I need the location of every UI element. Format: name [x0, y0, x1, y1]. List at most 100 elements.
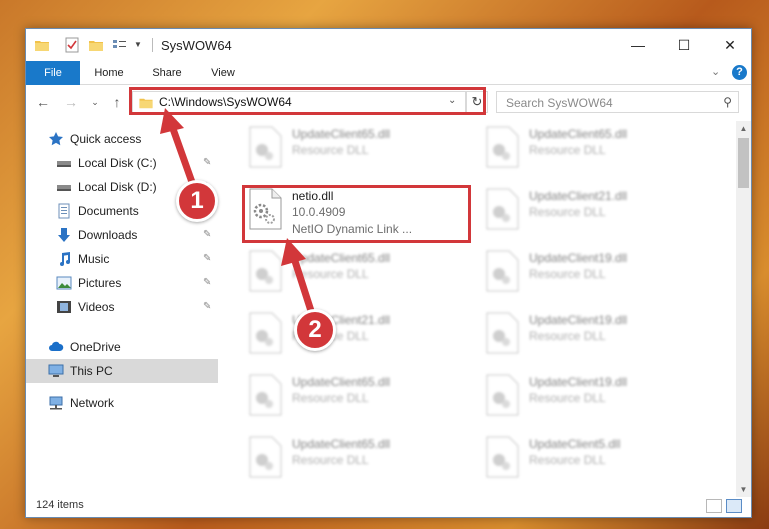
vertical-scrollbar[interactable]: ▲ ▼ [736, 121, 751, 497]
sidebar-item-quick-access[interactable]: Quick access [26, 127, 218, 151]
sidebar-item-network[interactable]: Network [26, 391, 218, 415]
pin-icon: ✎ [203, 277, 212, 288]
dll-file-icon [486, 374, 519, 416]
tab-file[interactable]: File [26, 61, 80, 85]
sidebar-item-local-disk-c[interactable]: Local Disk (C:) ✎ [26, 151, 218, 175]
status-bar: 124 items [26, 495, 751, 517]
videos-icon [57, 301, 71, 313]
documents-icon [58, 203, 70, 219]
dll-file-icon [249, 126, 282, 168]
sidebar-item-label: Documents [78, 204, 139, 218]
up-arrow-icon[interactable]: ↑ [108, 93, 126, 111]
details-view-icon[interactable] [706, 499, 722, 513]
file-name: UpdateClient19.dll [529, 251, 628, 265]
sidebar-item-label: Videos [78, 300, 115, 314]
file-name: UpdateClient19.dll [529, 313, 628, 327]
navigation-pane: Quick access Local Disk (C:) ✎ Local Dis… [26, 121, 218, 493]
list-item[interactable]: UpdateClient21.dll Resource DLL [242, 307, 467, 363]
sidebar-item-label: OneDrive [70, 340, 121, 354]
file-type: Resource DLL [529, 143, 606, 157]
sidebar-item-downloads[interactable]: Downloads ✎ [26, 223, 218, 247]
dll-file-icon [486, 126, 519, 168]
address-highlight-box [129, 87, 486, 115]
step-2-badge: 2 [294, 309, 336, 351]
file-name: UpdateClient65.dll [292, 437, 391, 451]
maximize-button[interactable]: ☐ [661, 29, 707, 61]
dll-file-icon [249, 250, 282, 292]
onedrive-icon [49, 341, 64, 351]
search-box[interactable]: Search SysWOW64 ⚲ [496, 91, 739, 113]
tiles-view-icon[interactable] [726, 499, 742, 513]
help-button[interactable]: ? [732, 65, 747, 80]
minimize-button[interactable]: — [615, 29, 661, 61]
sidebar-item-label: Network [70, 396, 115, 410]
sidebar-item-label: Pictures [78, 276, 122, 290]
qa-dropdown-icon[interactable]: ▼ [134, 40, 150, 56]
search-input[interactable]: Search SysWOW64 [506, 96, 613, 110]
file-type: Resource DLL [292, 267, 369, 281]
scroll-up-icon[interactable]: ▲ [736, 121, 751, 136]
file-highlight-box [242, 185, 471, 243]
sidebar-item-videos[interactable]: Videos ✎ [26, 295, 218, 319]
pin-icon: ✎ [203, 301, 212, 312]
sidebar-item-music[interactable]: Music ✎ [26, 247, 218, 271]
explorer-window: ▼ SysWOW64 — ☐ ✕ File Home Share View ⌄ … [25, 28, 752, 518]
file-type: Resource DLL [292, 453, 369, 467]
new-folder-icon[interactable] [88, 37, 104, 53]
list-item[interactable]: UpdateClient65.dll Resource DLL [242, 431, 467, 487]
forward-arrow-icon[interactable]: → [62, 93, 80, 111]
tab-view[interactable]: View [200, 61, 246, 85]
dll-file-icon [486, 436, 519, 478]
back-arrow-icon[interactable]: ← [34, 93, 52, 111]
item-count: 124 items [36, 499, 84, 511]
pc-icon [48, 364, 64, 377]
tab-share[interactable]: Share [142, 61, 192, 85]
list-item[interactable]: UpdateClient21.dll Resource DLL [479, 183, 704, 239]
file-type: Resource DLL [529, 205, 606, 219]
sidebar-item-label: Music [78, 252, 110, 266]
pin-icon: ✎ [203, 229, 212, 240]
expand-ribbon-icon[interactable]: ⌄ [711, 65, 725, 79]
file-name: UpdateClient65.dll [292, 375, 391, 389]
sidebar-item-this-pc[interactable]: This PC [26, 359, 218, 383]
view-options-icon[interactable] [112, 37, 128, 53]
folder-icon [35, 41, 49, 51]
list-item[interactable]: UpdateClient65.dll Resource DLL [479, 121, 704, 177]
pin-icon: ✎ [203, 253, 212, 264]
drive-icon [57, 185, 71, 191]
dll-file-icon [486, 312, 519, 354]
file-type: Resource DLL [529, 329, 606, 343]
properties-icon[interactable] [64, 37, 80, 53]
pin-icon: ✎ [203, 157, 212, 168]
list-item[interactable]: UpdateClient65.dll Resource DLL [242, 121, 467, 177]
list-item[interactable]: UpdateClient19.dll Resource DLL [479, 245, 704, 301]
file-name: UpdateClient19.dll [529, 375, 628, 389]
dll-file-icon [249, 312, 282, 354]
close-button[interactable]: ✕ [707, 29, 753, 61]
list-item[interactable]: UpdateClient65.dll Resource DLL [242, 369, 467, 425]
dll-file-icon [486, 188, 519, 230]
sidebar-item-pictures[interactable]: Pictures ✎ [26, 271, 218, 295]
file-type: Resource DLL [292, 391, 369, 405]
list-item[interactable]: UpdateClient19.dll Resource DLL [479, 307, 704, 363]
recent-locations-icon[interactable]: ⌄ [86, 93, 104, 111]
dll-file-icon [249, 374, 282, 416]
file-name: UpdateClient65.dll [292, 251, 391, 265]
scroll-thumb[interactable] [738, 138, 749, 188]
window-title: SysWOW64 [161, 38, 232, 53]
file-list: UpdateClient65.dll Resource DLL netio.dl… [224, 121, 734, 493]
file-name: UpdateClient65.dll [529, 127, 628, 141]
navigation-bar: ← → ⌄ ↑ C:\Windows\SysWOW64 ⌄ ↻ Search S… [26, 87, 751, 117]
sidebar-item-onedrive[interactable]: OneDrive [26, 335, 218, 359]
list-item[interactable]: UpdateClient19.dll Resource DLL [479, 369, 704, 425]
file-name: UpdateClient21.dll [529, 189, 628, 203]
file-type: Resource DLL [292, 143, 369, 157]
sidebar-item-label: Quick access [70, 132, 142, 146]
pictures-icon [56, 276, 72, 290]
file-name: UpdateClient5.dll [529, 437, 621, 451]
search-icon: ⚲ [723, 95, 732, 109]
dll-file-icon [486, 250, 519, 292]
list-item[interactable]: UpdateClient5.dll Resource DLL [479, 431, 704, 487]
list-item[interactable]: UpdateClient65.dll Resource DLL [242, 245, 467, 301]
tab-home[interactable]: Home [84, 61, 134, 85]
